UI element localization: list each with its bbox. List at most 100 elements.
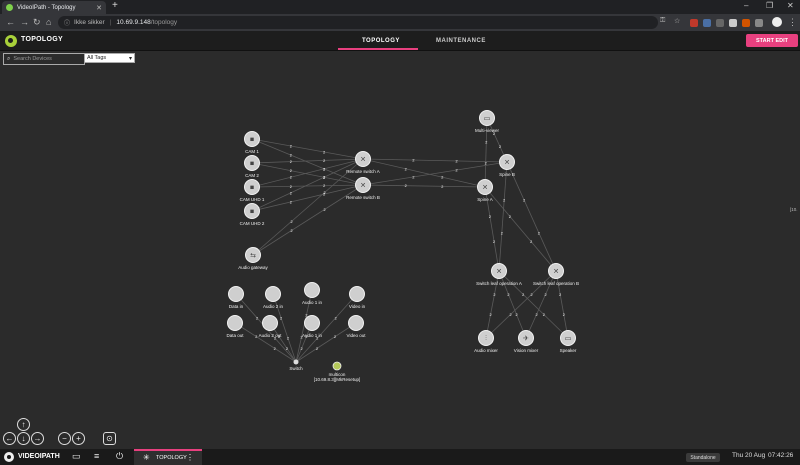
start-edit-button[interactable]: START EDIT xyxy=(746,34,798,47)
browser-tab[interactable]: VideoIPath - Topology ✕ xyxy=(2,1,106,14)
extension-icon[interactable] xyxy=(703,19,711,27)
link-port-label: 2 xyxy=(274,347,276,351)
link-port-label: 2 xyxy=(405,167,407,171)
node-videoin[interactable]: Video in xyxy=(349,286,366,310)
node-audio1in_b[interactable]: Audio 1 in xyxy=(302,315,323,339)
close-window-button[interactable]: ✕ xyxy=(787,1,794,10)
device-icon xyxy=(348,315,364,331)
extension-icon[interactable] xyxy=(716,19,724,27)
link-port-label: 2 xyxy=(287,337,289,341)
extension-icon[interactable] xyxy=(690,19,698,27)
pan-left-button[interactable]: ← xyxy=(3,432,16,445)
node-audiogw[interactable]: ⇆ Audio gateway xyxy=(238,247,269,271)
topology-link[interactable] xyxy=(251,138,364,160)
link-port-label: 2 xyxy=(290,169,292,173)
node-label: Multi-viewer xyxy=(475,128,500,133)
node-label: Video out xyxy=(347,333,367,338)
link-port-label: 2 xyxy=(290,160,292,164)
home-icon[interactable]: ⌂ xyxy=(46,17,51,27)
node-spineA[interactable]: ✕ Spine A xyxy=(477,179,493,203)
node-switch[interactable]: Switch xyxy=(289,359,303,372)
node-audiomixer[interactable]: ⫶ Audio mixer xyxy=(474,330,498,354)
switch-icon-glyph: ✕ xyxy=(504,160,510,167)
topology-link-labels: 2 2 2 2 2 2 2 2 2 2 2 2 2 2 2 2 2 2 2 2 2 2 2 2 2 2 2 2 2 2 2 2 2 2 2 2 2 2 2 2… xyxy=(255,132,565,351)
topology-link[interactable] xyxy=(484,186,557,272)
node-leafB[interactable]: ✕ Switch leaf operation B xyxy=(533,263,579,287)
tags-select[interactable]: All Tags ▾ xyxy=(84,53,135,63)
node-multiviewer[interactable]: ▭ Multi-viewer xyxy=(475,110,500,134)
node-remoteA[interactable]: ✕ Remote switch A xyxy=(346,151,380,175)
bottom-tab-topology[interactable]: ✳ TOPOLOGY ⋮ xyxy=(134,449,202,465)
topology-link[interactable] xyxy=(498,161,508,272)
fit-view-button[interactable]: ⊙ xyxy=(103,432,116,445)
link-port-label: 2 xyxy=(485,161,487,165)
node-label: Spine B xyxy=(499,172,515,177)
node-speaker[interactable]: ▭ Speaker xyxy=(560,330,577,354)
topology-link[interactable] xyxy=(362,184,486,188)
forward-icon[interactable]: → xyxy=(20,17,29,27)
node-audio1in[interactable]: Audio 1 in xyxy=(302,282,323,306)
node-leafA[interactable]: ✕ Switch leaf operation A xyxy=(476,263,522,287)
pan-down-button[interactable]: ↓ xyxy=(17,432,30,445)
link-port-label: 2 xyxy=(316,347,318,351)
node-audio2in[interactable]: Audio 2 in xyxy=(263,286,284,310)
menu-icon[interactable]: ⋮ xyxy=(788,17,797,28)
device-icon xyxy=(349,286,365,302)
node-camuhd1[interactable]: ■ CAM UHD 1 xyxy=(240,179,265,203)
topology-link[interactable] xyxy=(506,161,557,272)
minimize-window-button[interactable]: – xyxy=(744,1,748,10)
tab-menu-icon[interactable]: ⋮ xyxy=(186,453,194,462)
close-tab-icon[interactable]: ✕ xyxy=(96,4,102,12)
monitor-icon[interactable]: ▭ xyxy=(72,451,81,462)
link-port-label: 2 xyxy=(290,154,292,158)
mode-badge: Standalone xyxy=(686,453,720,462)
node-spineB[interactable]: ✕ Spine B xyxy=(499,154,515,178)
topology-canvas[interactable]: 2 2 2 2 2 2 2 2 2 2 2 2 2 2 2 2 2 2 2 2 2 2 2 2 2 2 2 2 2 2 2 2 2 2 2 2 2 2 2 2… xyxy=(0,65,800,449)
extension-icon[interactable] xyxy=(755,19,763,27)
node-multicon[interactable]: multicon[10.69.8.3][MkResetup] xyxy=(314,361,361,382)
gateway-icon-glyph: ⇆ xyxy=(250,253,256,260)
device-icon xyxy=(227,315,243,331)
topology-links xyxy=(234,117,569,363)
node-cam1[interactable]: ■ CAM 1 xyxy=(244,131,260,155)
zoom-out-button[interactable]: − xyxy=(58,432,71,445)
node-label: Switch xyxy=(289,366,303,371)
link-port-label: 2 xyxy=(334,335,336,339)
node-dataout[interactable]: Data out xyxy=(226,315,244,339)
back-icon[interactable]: ← xyxy=(6,17,15,27)
node-remoteB[interactable]: ✕ Remote switch B xyxy=(346,177,380,201)
node-cam2[interactable]: ■ CAM 2 xyxy=(244,155,260,179)
new-tab-button[interactable]: + xyxy=(112,0,118,11)
link-port-label: 2 xyxy=(493,293,495,297)
node-visionmixer[interactable]: ✈ Vision mixer xyxy=(514,330,539,354)
power-icon[interactable]: ⏻ xyxy=(116,451,123,462)
security-label: Ikke sikker xyxy=(74,19,105,26)
pan-right-button[interactable]: → xyxy=(31,432,44,445)
profile-avatar[interactable] xyxy=(772,17,782,27)
star-icon[interactable]: ☆ xyxy=(674,17,680,25)
node-sublabel: [10.69.8.3][MkResetup] xyxy=(314,377,361,382)
topology-link[interactable] xyxy=(362,158,486,188)
node-label: Audio 1 in xyxy=(302,300,323,305)
key-icon[interactable]: ⚿ xyxy=(660,17,665,25)
node-audio2out[interactable]: Audio 2 out xyxy=(259,315,283,339)
link-port-label: 2 xyxy=(405,184,407,188)
extension-icon[interactable] xyxy=(742,19,750,27)
zoom-in-button[interactable]: + xyxy=(72,432,85,445)
maximize-window-button[interactable]: ❐ xyxy=(766,1,773,10)
monitor-icon-glyph: ▭ xyxy=(565,336,572,343)
hamburger-menu-icon[interactable]: ≡ xyxy=(94,451,99,461)
address-bar[interactable]: ⓘ Ikke sikker | 10.69.9.148 /topology xyxy=(58,16,658,29)
pan-up-button[interactable]: ↑ xyxy=(17,418,30,431)
link-port-label: 2 xyxy=(509,215,511,219)
extension-icon[interactable] xyxy=(729,19,737,27)
node-videoout[interactable]: Video out xyxy=(347,315,367,339)
link-port-label: 2 xyxy=(563,313,565,317)
reload-icon[interactable]: ↻ xyxy=(33,17,41,28)
tab-topology[interactable]: TOPOLOGY xyxy=(362,38,400,44)
search-input[interactable]: ⌕ Search Devices xyxy=(3,53,85,65)
node-label: Data out xyxy=(226,333,244,338)
tab-maintenance[interactable]: MAINTENANCE xyxy=(436,38,486,44)
node-datain[interactable]: Data in xyxy=(228,286,244,310)
favicon-icon xyxy=(6,4,13,11)
